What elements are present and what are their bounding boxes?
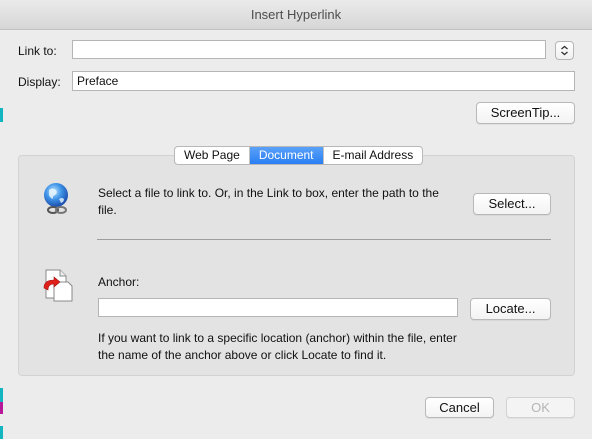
display-input[interactable] [72, 71, 575, 91]
locate-button[interactable]: Locate... [470, 298, 551, 320]
anchor-input[interactable] [98, 298, 458, 317]
display-label: Display: [18, 75, 61, 89]
background-edge [0, 108, 3, 122]
window-title: Insert Hyperlink [250, 7, 342, 22]
chevron-updown-icon [561, 45, 568, 56]
select-button[interactable]: Select... [473, 193, 551, 215]
link-type-tabs: Web Page Document E-mail Address [174, 146, 424, 165]
link-to-input[interactable] [72, 40, 546, 59]
globe-link-icon [44, 183, 68, 214]
anchor-help-text: If you want to link to a specific locati… [98, 331, 457, 362]
cancel-button[interactable]: Cancel [425, 397, 494, 418]
link-to-label: Link to: [18, 44, 57, 58]
tab-email-address[interactable]: E-mail Address [324, 147, 423, 164]
tab-document[interactable]: Document [249, 147, 324, 164]
background-edge [0, 388, 3, 402]
link-to-stepper[interactable] [555, 41, 574, 60]
tab-web-page[interactable]: Web Page [175, 147, 250, 164]
background-edge [0, 402, 3, 414]
anchor-label: Anchor: [98, 275, 140, 289]
document-anchor-icon [43, 269, 73, 302]
screentip-button[interactable]: ScreenTip... [476, 102, 575, 124]
section-divider [97, 239, 551, 240]
background-edge [0, 426, 3, 439]
select-file-text: Select a file to link to. Or, in the Lin… [98, 186, 439, 217]
ok-button[interactable]: OK [506, 397, 575, 418]
title-bar: Insert Hyperlink [0, 0, 592, 30]
